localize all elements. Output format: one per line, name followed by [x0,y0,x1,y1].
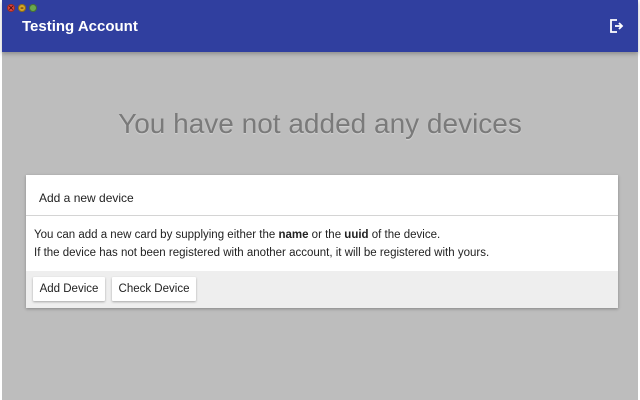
name-keyword: name [278,229,309,241]
text-segment: You can add a new card by supplying eith… [34,229,279,241]
card-description: You can add a new card by supplying eith… [26,216,618,270]
add-device-button[interactable]: Add Device [33,277,105,301]
description-line-2: If the device has not been registered wi… [34,246,490,259]
check-device-button[interactable]: Check Device [112,277,196,301]
add-device-card: Add a new device You can add a new card … [26,175,618,308]
text-segment: of the device. [368,229,441,241]
window-controls: × – [7,4,37,12]
window-maximize-button[interactable] [29,4,37,12]
logout-icon [610,19,624,33]
app-window: × – Testing Account You have not added a… [0,0,640,400]
card-title: Add a new device [26,175,618,216]
description-line-1: You can add a new card by supplying eith… [34,227,610,245]
account-title: Testing Account [22,18,138,35]
window-minimize-button[interactable]: – [18,4,26,12]
app-header: Testing Account [2,0,638,52]
text-segment: or the [308,229,345,241]
card-actions: Add Device Check Device [26,271,618,308]
window-close-button[interactable]: × [7,4,15,12]
logout-button[interactable] [606,16,626,36]
empty-state-message: You have not added any devices [118,108,522,139]
uuid-keyword: uuid [344,229,369,241]
